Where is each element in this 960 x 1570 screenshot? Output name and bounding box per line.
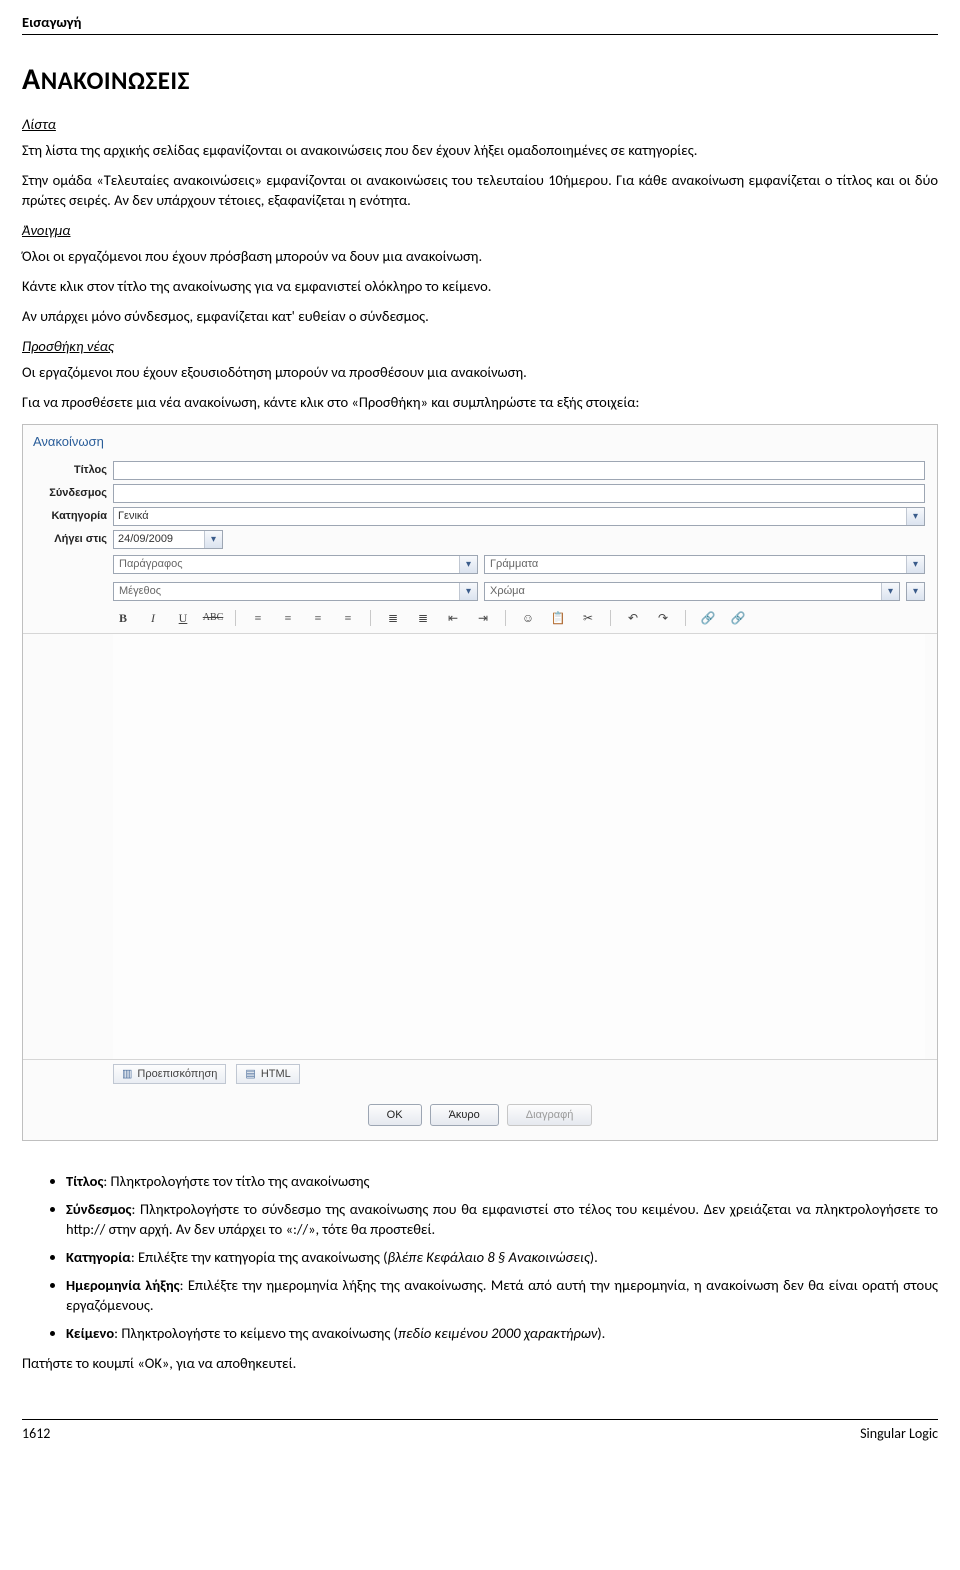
category-value: Γενικά (114, 509, 153, 524)
html-tab[interactable]: ▤ HTML (236, 1064, 299, 1084)
redo-button[interactable]: ↷ (653, 609, 673, 627)
chevron-down-icon: ▾ (459, 583, 477, 600)
closing-text: Πατήστε το κουμπί «ΟΚ», για να αποθηκευτ… (22, 1353, 938, 1373)
underline-button[interactable]: U (173, 609, 193, 627)
ok-button[interactable]: OK (368, 1104, 422, 1126)
font-label: Γράμματα (485, 557, 543, 572)
divider (610, 610, 611, 626)
chevron-down-icon: ▾ (459, 556, 477, 573)
size-label: Μέγεθος (114, 584, 166, 599)
subsection-lista: Λίστα (22, 114, 938, 134)
list-item: Κατηγορία: Επιλέξτε την κατηγορία της αν… (66, 1247, 938, 1267)
section-title: ΑΝΑΚΟΙΝΩΣΕΙΣ (22, 59, 938, 100)
strike-button[interactable]: ABC (203, 609, 223, 627)
divider (685, 610, 686, 626)
outdent-button[interactable]: ⇤ (443, 609, 463, 627)
body-text: Κάντε κλικ στον τίτλο της ανακοίνωσης γι… (22, 276, 938, 296)
undo-button[interactable]: ↶ (623, 609, 643, 627)
title-input[interactable] (113, 461, 925, 480)
divider (505, 610, 506, 626)
editor-textarea[interactable] (113, 634, 925, 1059)
html-icon: ▤ (245, 1067, 255, 1082)
list-item: Τίτλος: Πληκτρολογήστε τον τίτλο της ανα… (66, 1171, 938, 1191)
category-select[interactable]: Γενικά ▾ (113, 507, 925, 526)
subsection-prosthiki: Προσθήκη νέας (22, 336, 938, 356)
page-header: Εισαγωγή (22, 12, 938, 35)
preview-tab[interactable]: ▥ Προεπισκόπηση (113, 1064, 226, 1084)
unlink-button[interactable]: 🔗 (728, 609, 748, 627)
color-select[interactable]: Χρώμα ▾ (484, 582, 900, 601)
link-button[interactable]: 🔗 (698, 609, 718, 627)
chevron-down-icon: ▾ (906, 556, 924, 573)
field-description-list: Τίτλος: Πληκτρολογήστε τον τίτλο της ανα… (22, 1171, 938, 1343)
chevron-down-icon: ▾ (881, 583, 899, 600)
preview-tab-label: Προεπισκόπηση (137, 1067, 217, 1082)
align-left-button[interactable]: ≡ (248, 609, 268, 627)
drop-cap: Α (22, 61, 41, 98)
unordered-list-button[interactable]: ≣ (413, 609, 433, 627)
bold-button[interactable]: B (113, 609, 133, 627)
body-text: Στην ομάδα «Τελευταίες ανακοινώσεις» εμφ… (22, 170, 938, 210)
html-tab-label: HTML (261, 1067, 291, 1082)
font-select[interactable]: Γράμματα ▾ (484, 555, 925, 574)
chevron-down-icon: ▾ (204, 531, 222, 548)
footer-brand: Singular Logic (860, 1424, 938, 1443)
section-title-rest: ΝΑΚΟΙΝΩΣΕΙΣ (41, 65, 190, 96)
align-center-button[interactable]: ≡ (278, 609, 298, 627)
paragraph-select[interactable]: Παράγραφος ▾ (113, 555, 478, 574)
ordered-list-button[interactable]: ≣ (383, 609, 403, 627)
delete-button: Διαγραφή (507, 1104, 593, 1126)
list-item: Ημερομηνία λήξης: Επιλέξτε την ημερομηνί… (66, 1275, 938, 1315)
emoji-button[interactable]: ☺ (518, 609, 538, 627)
list-item: Κείμενο: Πληκτρολογήστε το κείμενο της α… (66, 1323, 938, 1343)
panel-title: Ανακοίνωση (23, 425, 937, 459)
cancel-button[interactable]: Άκυρο (430, 1104, 499, 1126)
indent-button[interactable]: ⇥ (473, 609, 493, 627)
page-footer: 1612 Singular Logic (22, 1419, 938, 1443)
label-expires: Λήγει στις (35, 532, 107, 547)
list-item: Σύνδεσμος: Πληκτρολογήστε το σύνδεσμο τη… (66, 1199, 938, 1239)
expires-value: 24/09/2009 (114, 532, 177, 547)
align-right-button[interactable]: ≡ (308, 609, 328, 627)
color-label: Χρώμα (485, 584, 530, 599)
cut-button[interactable]: ✂ (578, 609, 598, 627)
body-text: Οι εργαζόμενοι που έχουν εξουσιοδότηση μ… (22, 362, 938, 382)
divider (235, 610, 236, 626)
label-category: Κατηγορία (35, 509, 107, 524)
page-number: 1612 (22, 1424, 50, 1443)
body-text: Για να προσθέσετε μια νέα ανακοίνωση, κά… (22, 392, 938, 412)
size-select[interactable]: Μέγεθος ▾ (113, 582, 478, 601)
paragraph-label: Παράγραφος (114, 557, 188, 572)
align-justify-button[interactable]: ≡ (338, 609, 358, 627)
divider (370, 610, 371, 626)
label-link: Σύνδεσμος (35, 486, 107, 501)
body-text: Στη λίστα της αρχικής σελίδας εμφανίζοντ… (22, 140, 938, 160)
color-swatch-button[interactable]: ▾ (906, 582, 925, 601)
link-input[interactable] (113, 484, 925, 503)
preview-icon: ▥ (122, 1067, 132, 1082)
editor-toolbar: B I U ABC ≡ ≡ ≡ ≡ ≣ ≣ ⇤ ⇥ ☺ 📋 ✂ ↶ ↷ 🔗 🔗 (23, 605, 937, 634)
body-text: Όλοι οι εργαζόμενοι που έχουν πρόσβαση μ… (22, 246, 938, 266)
chevron-down-icon: ▾ (906, 508, 924, 525)
label-title: Τίτλος (35, 463, 107, 478)
subsection-anoigma: Άνοιγμα (22, 220, 938, 240)
announcement-form-screenshot: Ανακοίνωση Τίτλος Σύνδεσμος Κατηγορία Γε… (22, 424, 938, 1141)
body-text: Αν υπάρχει μόνο σύνδεσμος, εμφανίζεται κ… (22, 306, 938, 326)
italic-button[interactable]: I (143, 609, 163, 627)
expires-date-input[interactable]: 24/09/2009 ▾ (113, 530, 223, 549)
paste-button[interactable]: 📋 (548, 609, 568, 627)
